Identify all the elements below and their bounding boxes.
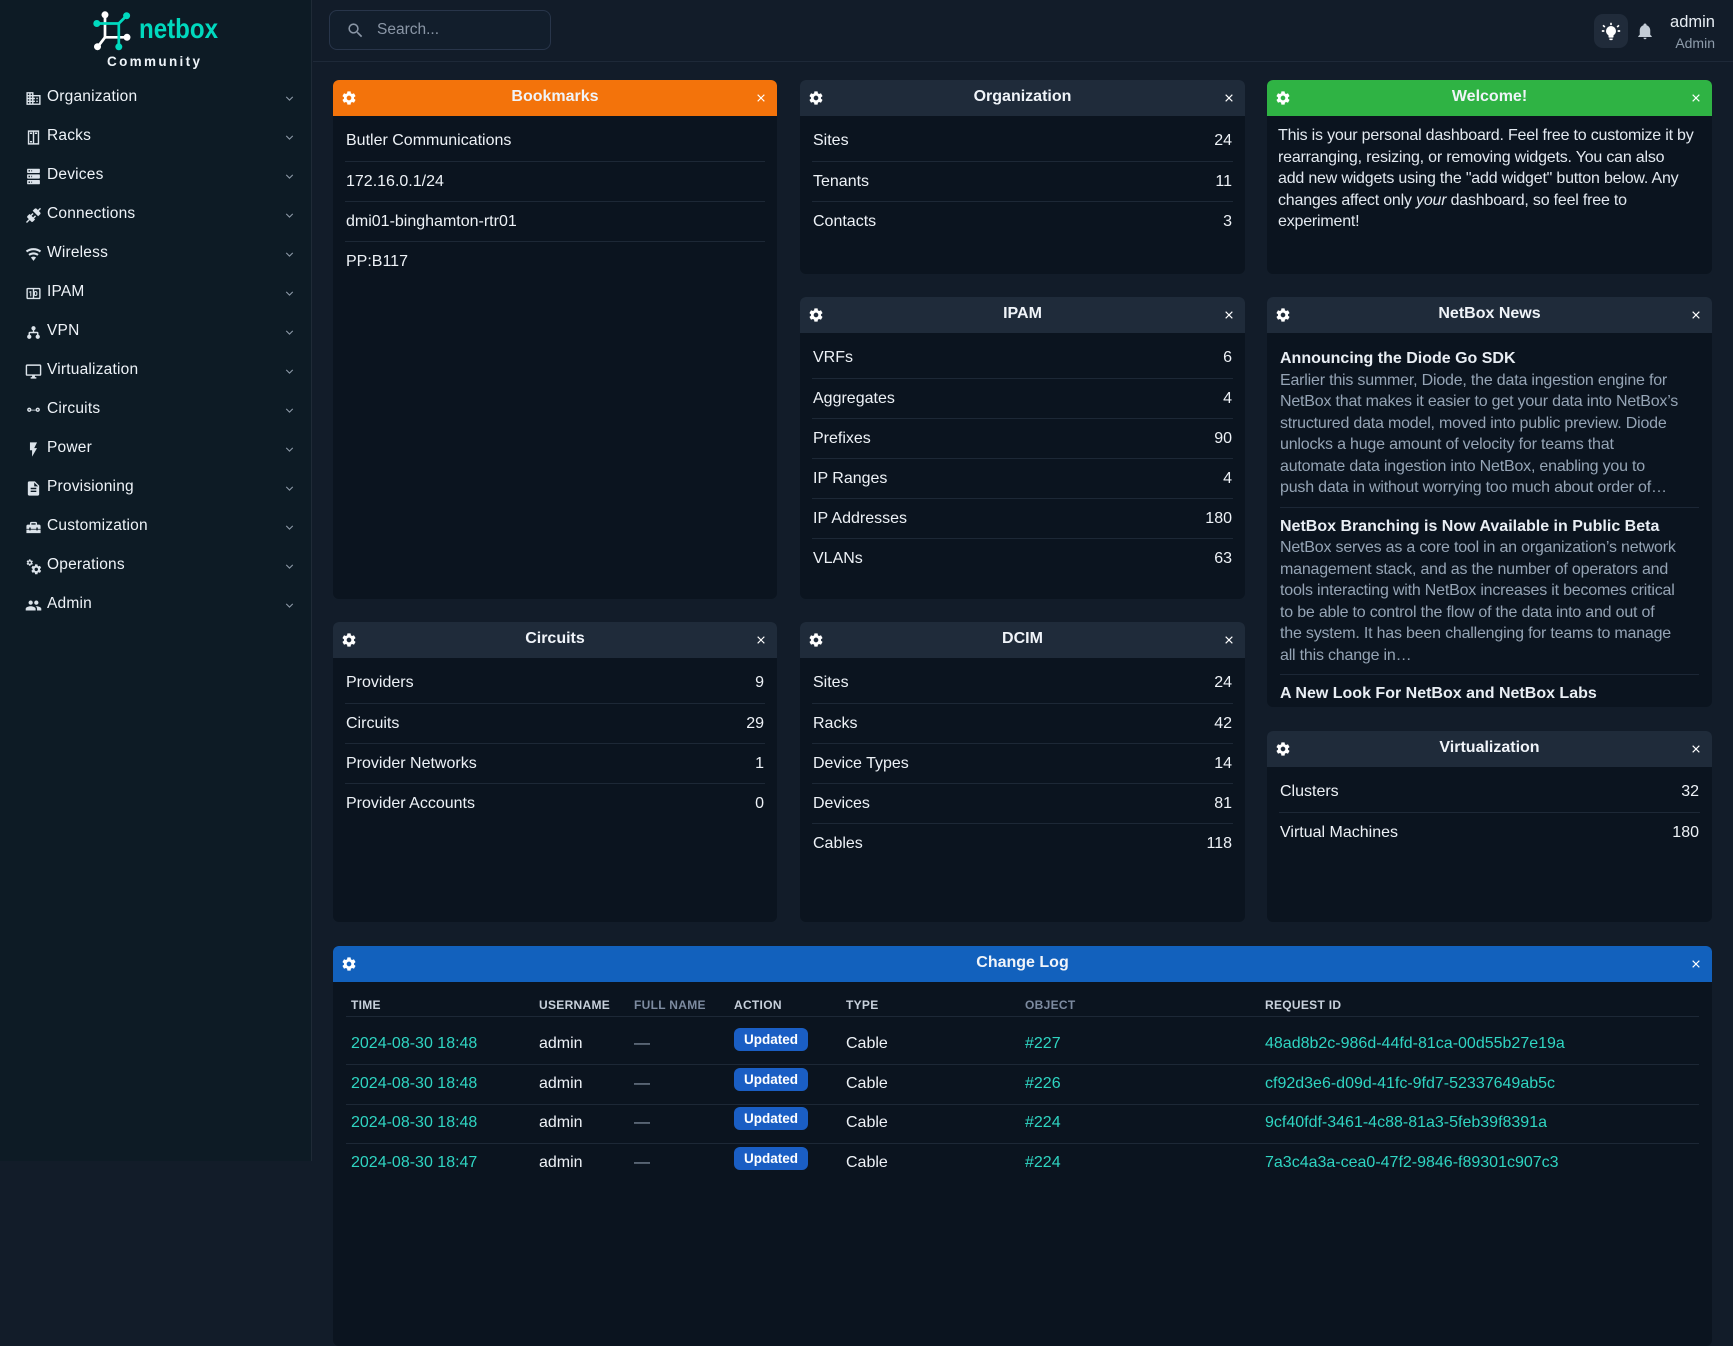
svg-text:netbox: netbox bbox=[139, 13, 218, 44]
svg-text:Community: Community bbox=[107, 54, 203, 69]
